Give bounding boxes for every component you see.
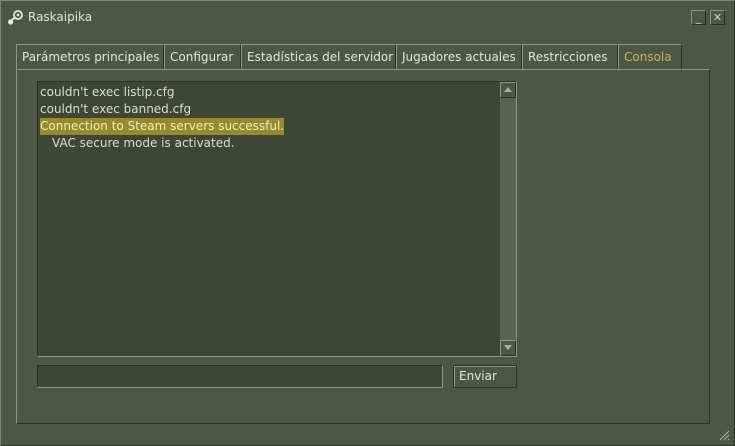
steam-logo-icon bbox=[8, 10, 23, 25]
scroll-up-button[interactable] bbox=[500, 82, 516, 98]
console-output[interactable]: couldn't exec listip.cfg couldn't exec b… bbox=[37, 81, 517, 357]
close-button[interactable]: ✕ bbox=[710, 10, 725, 25]
resize-grip-icon[interactable] bbox=[718, 429, 730, 441]
minimize-button[interactable]: _ bbox=[691, 10, 706, 25]
title-bar[interactable]: Raskaipika _ ✕ bbox=[1, 1, 734, 33]
tab-main-parameters[interactable]: Parámetros principales bbox=[16, 44, 164, 70]
tab-restrictions[interactable]: Restricciones bbox=[522, 44, 618, 70]
tab-console[interactable]: Consola bbox=[618, 44, 682, 71]
console-line: VAC secure mode is activated. bbox=[52, 136, 235, 150]
tab-current-players[interactable]: Jugadores actuales bbox=[396, 44, 522, 70]
tab-configure[interactable]: Configurar bbox=[164, 44, 241, 70]
console-command-input[interactable] bbox=[37, 365, 443, 388]
arrow-up-icon bbox=[504, 87, 512, 92]
console-line-highlighted: Connection to Steam servers successful. bbox=[40, 118, 285, 135]
console-lines: couldn't exec listip.cfg couldn't exec b… bbox=[40, 84, 498, 152]
window-title: Raskaipika bbox=[28, 10, 93, 24]
console-line: couldn't exec banned.cfg bbox=[40, 102, 192, 116]
console-scrollbar[interactable] bbox=[500, 82, 516, 356]
scroll-down-button[interactable] bbox=[500, 340, 516, 356]
server-window: Raskaipika _ ✕ Parámetros principales Co… bbox=[0, 0, 735, 446]
console-line: couldn't exec listip.cfg bbox=[40, 85, 175, 99]
send-button[interactable]: Enviar bbox=[453, 365, 517, 388]
tab-server-stats[interactable]: Estadísticas del servidor bbox=[241, 44, 396, 70]
arrow-down-icon bbox=[504, 345, 512, 350]
